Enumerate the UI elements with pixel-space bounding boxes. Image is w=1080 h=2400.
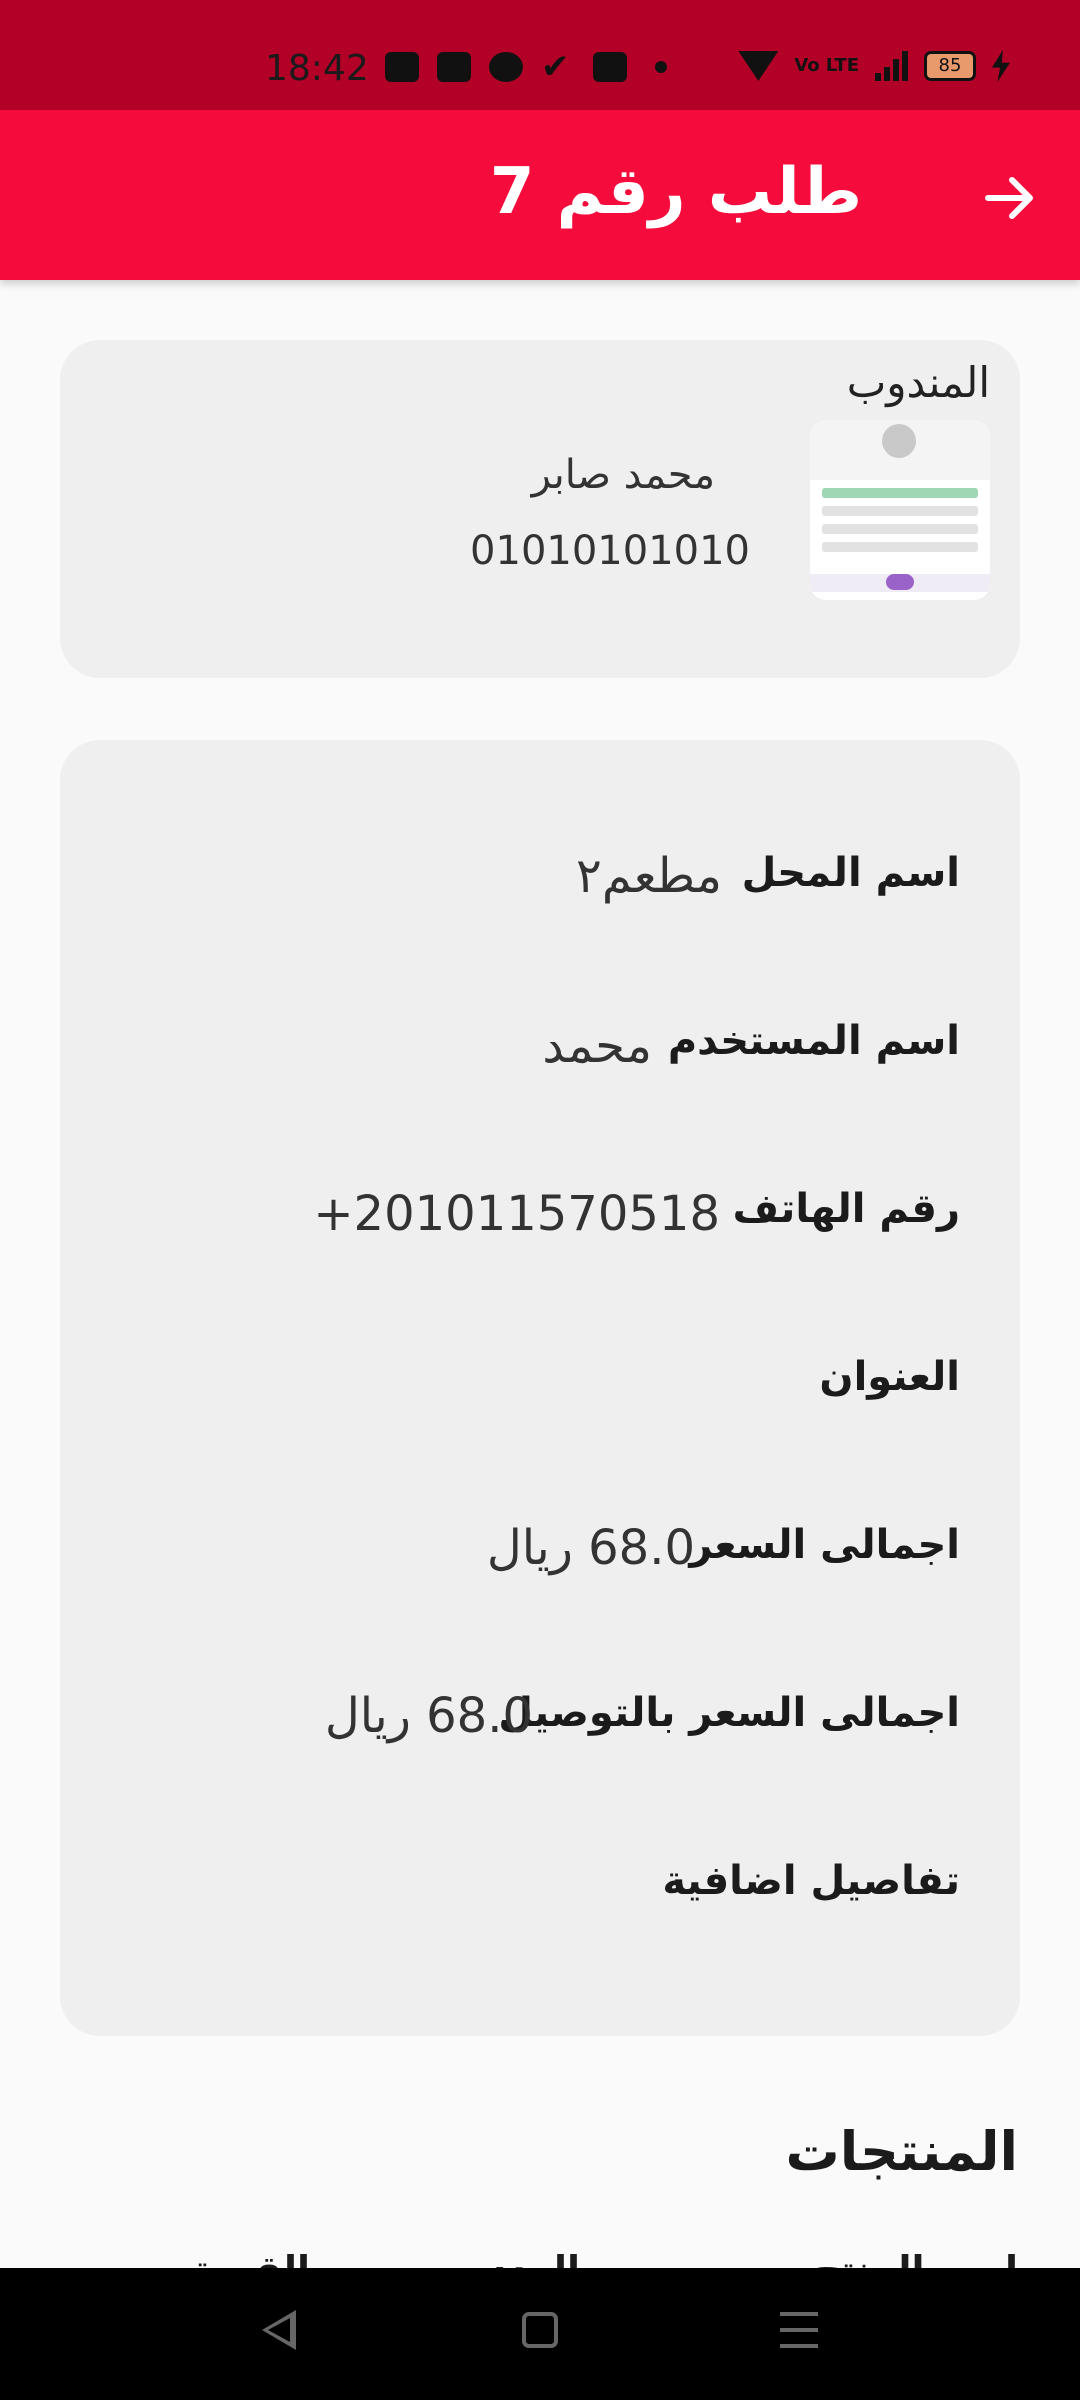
battery-icon: 85 [924, 51, 976, 81]
delegate-name: محمد صابر [531, 452, 715, 498]
total-price-label: اجمالى السعر [689, 1522, 960, 1568]
extra-details-label: تفاصيل اضافية [662, 1858, 960, 1904]
phone-value: 201011570518+ [313, 1186, 720, 1242]
phone-label: رقم الهاتف [732, 1186, 960, 1232]
news-icon [385, 52, 419, 82]
signal-icon [875, 51, 908, 81]
nav-recents-icon[interactable] [780, 2312, 818, 2348]
order-details-card: اسم المحل مطعم٢ اسم المستخدم محمد رقم ال… [60, 740, 1020, 2036]
delegate-phone: 01010101010 [470, 528, 750, 574]
total-with-delivery-value: 68.0 ريال [324, 1688, 533, 1744]
arrow-right-icon [985, 177, 1033, 219]
shop-name-value: مطعم٢ [576, 848, 722, 904]
delegate-card: المندوب محمد صابر 01010101010 [60, 340, 1020, 678]
username-value: محمد [542, 1018, 652, 1074]
screen: 18:42 ✔ Vo LTE 85 طلب رقم 7 المندوب محمد… [0, 0, 1080, 2400]
system-navigation-bar [0, 2268, 1080, 2400]
more-notifications-icon [655, 61, 667, 73]
app-bar: طلب رقم 7 [0, 110, 1080, 280]
back-button[interactable] [980, 168, 1040, 228]
check-icon: ✔ [541, 47, 570, 87]
messenger-icon [489, 52, 523, 82]
delegate-label: المندوب [846, 358, 990, 407]
wifi-icon [738, 51, 779, 81]
volte-icon: Vo LTE [794, 55, 859, 76]
nav-home-icon[interactable] [522, 2312, 558, 2348]
total-price-value: 68.0 ريال [486, 1520, 695, 1576]
products-heading: المنتجات [785, 2120, 1018, 2183]
charging-icon [992, 50, 1010, 82]
delegate-image [810, 420, 990, 600]
status-bar: 18:42 ✔ Vo LTE 85 [0, 0, 1080, 110]
status-time: 18:42 [265, 48, 369, 89]
page-title: طلب رقم 7 [489, 155, 862, 229]
total-with-delivery-label: اجمالى السعر بالتوصيل [498, 1690, 960, 1736]
shop-name-label: اسم المحل [741, 850, 960, 896]
nav-back-icon[interactable] [262, 2310, 296, 2350]
youtube-icon [593, 52, 627, 82]
notification-icons: ✔ [385, 47, 667, 87]
address-label: العنوان [819, 1354, 960, 1400]
username-label: اسم المستخدم [667, 1018, 960, 1064]
game-controller-icon [437, 52, 471, 82]
system-icons: Vo LTE 85 [738, 50, 1010, 82]
